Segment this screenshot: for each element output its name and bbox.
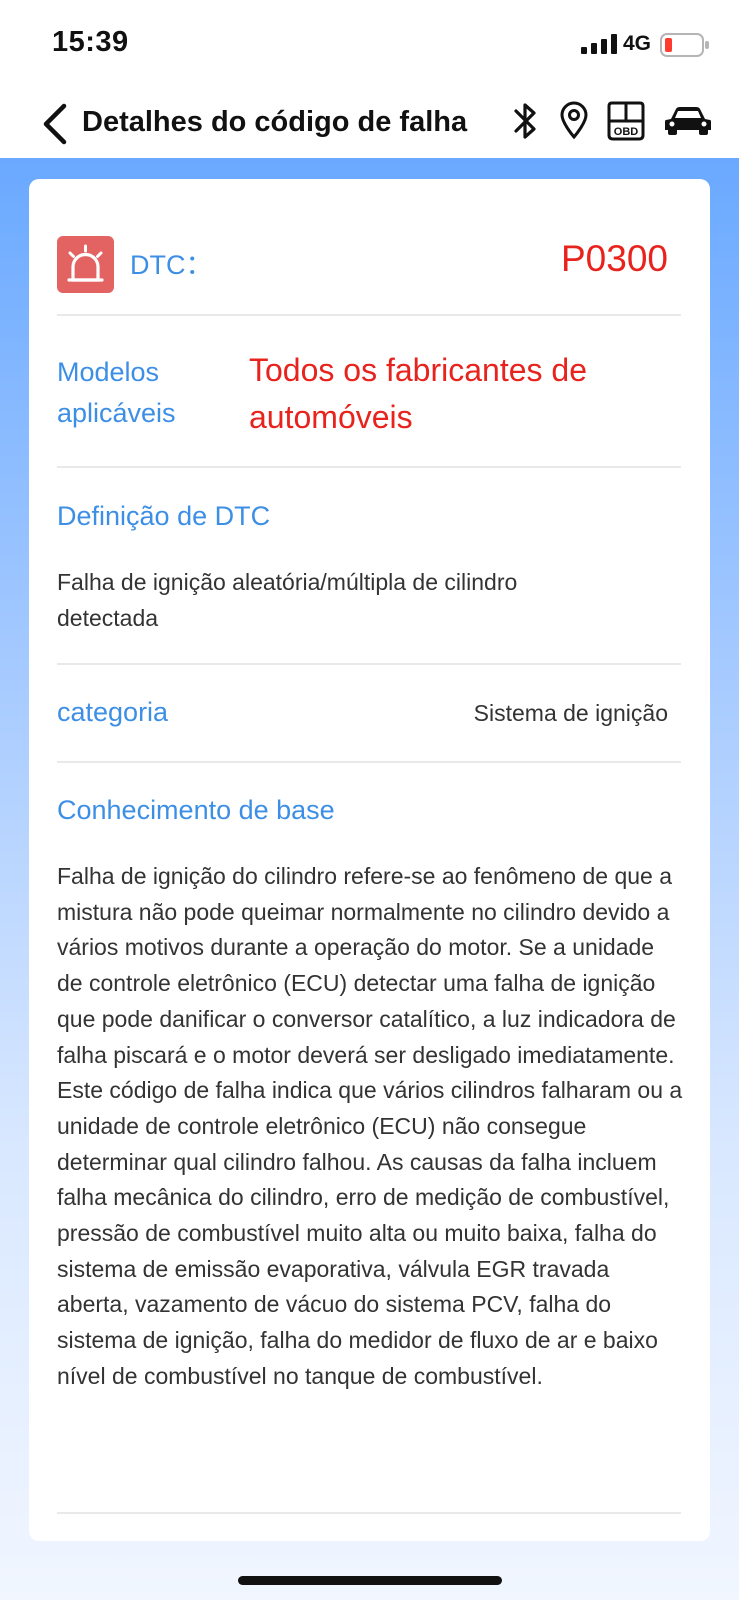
- definition-heading: Definição de DTC: [57, 501, 271, 531]
- knowledge-text: Falha de ignição do cilindro refere-se a…: [57, 863, 683, 1389]
- divider: [57, 1512, 681, 1514]
- category-label: categoria: [57, 697, 169, 727]
- divider: [57, 761, 681, 763]
- models-value: Todos os fabricantes de automóveis: [249, 352, 587, 435]
- definition-text: Falha de ignição aleatória/múltipla de c…: [57, 569, 518, 631]
- nav-bar: Detalhes do código de falha OBD: [0, 88, 739, 158]
- network-type: 4G: [623, 32, 652, 55]
- models-label: Modelos aplicáveis: [57, 357, 176, 428]
- home-indicator[interactable]: [238, 1576, 502, 1585]
- status-time: 15:39: [52, 26, 129, 58]
- signal-strength-icon: [581, 34, 617, 54]
- dtc-label: DTC：: [130, 250, 213, 280]
- battery-icon: [660, 33, 709, 57]
- obd-icon-label: OBD: [614, 126, 639, 138]
- page-title: Detalhes do código de falha: [82, 106, 468, 138]
- back-icon[interactable]: [38, 102, 72, 146]
- category-value: Sistema de ignição: [473, 700, 668, 726]
- divider: [57, 466, 681, 468]
- dtc-code: P0300: [561, 238, 668, 279]
- status-bar: 15:39 4G: [0, 0, 739, 88]
- obd-icon[interactable]: OBD: [606, 99, 646, 143]
- dtc-detail-card: DTC： P0300 Modelos aplicáveis Todos os f…: [29, 179, 710, 1541]
- alarm-light-icon: [57, 236, 114, 293]
- car-icon[interactable]: [664, 104, 712, 136]
- location-pin-icon[interactable]: [558, 101, 590, 141]
- divider: [57, 663, 681, 665]
- bluetooth-icon[interactable]: [510, 101, 542, 141]
- knowledge-heading: Conhecimento de base: [57, 795, 335, 825]
- divider: [57, 314, 681, 316]
